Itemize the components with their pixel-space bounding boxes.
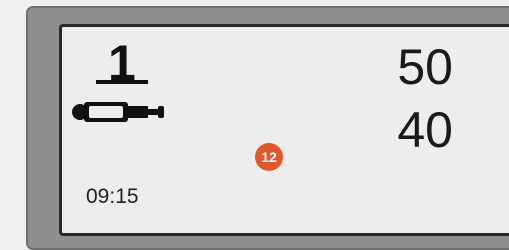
clock-time: 09:15	[86, 185, 139, 208]
notification-badge[interactable]: 12	[255, 143, 283, 171]
channel-underline	[96, 80, 148, 84]
primary-value: 50	[397, 39, 453, 95]
hydraulic-cylinder-icon	[72, 102, 164, 122]
secondary-value: 40	[397, 102, 453, 158]
